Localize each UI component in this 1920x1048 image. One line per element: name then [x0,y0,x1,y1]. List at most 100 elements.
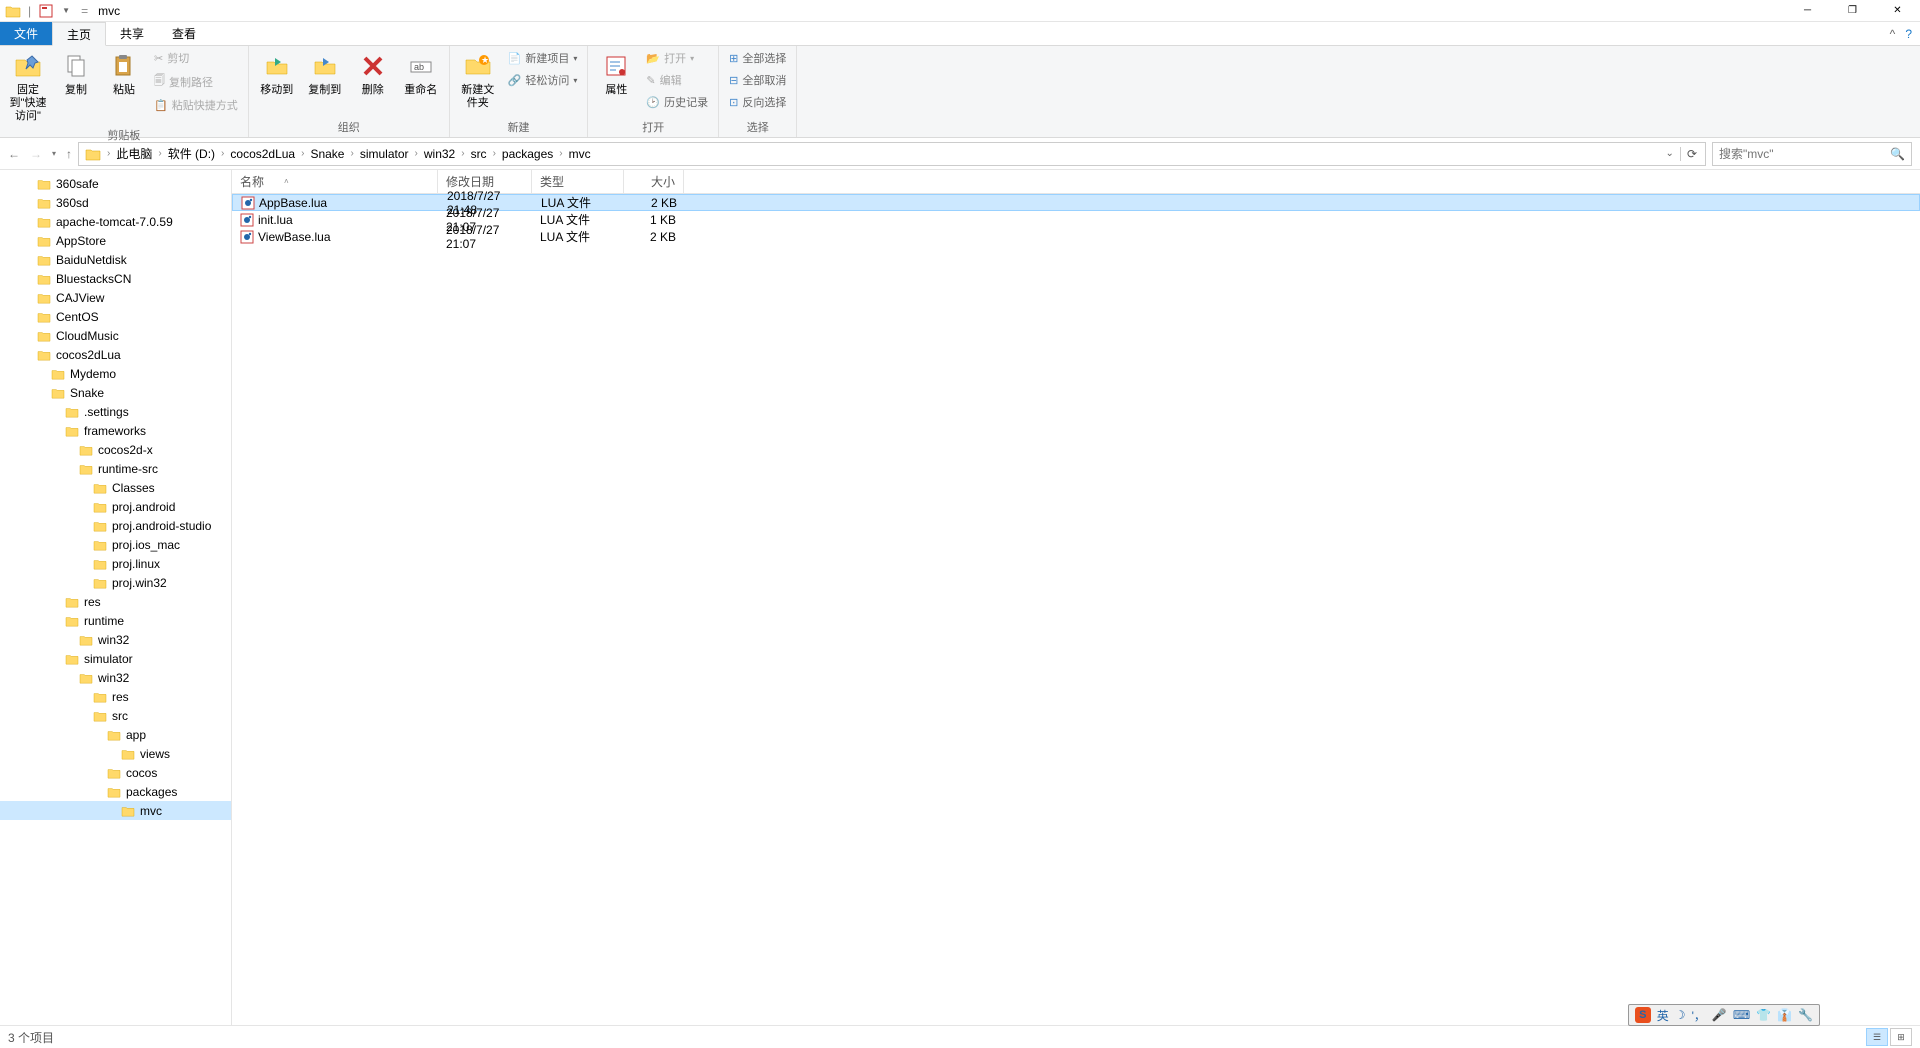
breadcrumb-item[interactable]: win32 [420,147,459,161]
minimize-button[interactable]: ─ [1785,0,1830,22]
tree-item[interactable]: proj.android [0,497,231,516]
chevron-right-icon[interactable]: › [219,148,226,159]
back-button[interactable]: ← [8,147,20,161]
chevron-right-icon[interactable]: › [557,148,564,159]
chevron-right-icon[interactable]: › [156,148,163,159]
breadcrumb-item[interactable]: cocos2dLua [226,147,299,161]
new-item-button[interactable]: 📄新建项目▾ [504,48,582,68]
tree-item[interactable]: proj.android-studio [0,516,231,535]
dropdown-icon[interactable]: ▼ [57,2,75,20]
paste-shortcut-button[interactable]: 📋粘贴快捷方式 [150,95,242,115]
person-icon[interactable]: 👕 [1756,1008,1771,1022]
copy-button[interactable]: 复制 [54,48,98,99]
tree-item[interactable]: mvc [0,801,231,820]
ribbon-collapse-icon[interactable]: ^ [1890,27,1896,41]
search-input[interactable] [1719,147,1890,161]
refresh-button[interactable]: ⟳ [1680,147,1703,161]
breadcrumb-item[interactable]: packages [498,147,557,161]
tree-item[interactable]: BaiduNetdisk [0,250,231,269]
tree-item[interactable]: .settings [0,402,231,421]
tree-item[interactable]: frameworks [0,421,231,440]
folder-tree[interactable]: 360safe360sdapache-tomcat-7.0.59AppStore… [0,170,232,1025]
breadcrumb-item[interactable]: simulator [356,147,413,161]
col-size[interactable]: 大小 [624,170,684,193]
tree-item[interactable]: 360sd [0,193,231,212]
tree-item[interactable]: CloudMusic [0,326,231,345]
search-box[interactable]: 🔍 [1712,142,1912,166]
search-icon[interactable]: 🔍 [1890,147,1905,161]
col-type[interactable]: 类型 [532,170,624,193]
help-icon[interactable]: ? [1905,27,1912,41]
tree-item[interactable]: res [0,592,231,611]
breadcrumb-dropdown[interactable]: ⌄ [1660,148,1680,159]
tab-share[interactable]: 共享 [106,22,158,45]
tree-item[interactable]: views [0,744,231,763]
up-button[interactable]: ↑ [66,147,72,161]
mic-icon[interactable]: 🎤 [1712,1008,1727,1022]
properties-button[interactable]: 属性 [594,48,638,99]
chevron-right-icon[interactable]: › [348,148,355,159]
tree-item[interactable]: proj.ios_mac [0,535,231,554]
chevron-right-icon[interactable]: › [105,148,112,159]
tree-item[interactable]: res [0,687,231,706]
tree-item[interactable]: CentOS [0,307,231,326]
tree-item[interactable]: cocos2dLua [0,345,231,364]
history-button[interactable]: 🕑历史记录 [642,92,712,112]
tree-item[interactable]: win32 [0,668,231,687]
tab-home[interactable]: 主页 [52,22,106,46]
ime-lang[interactable]: 英 [1657,1007,1669,1024]
select-none-button[interactable]: ⊟全部取消 [725,70,790,90]
maximize-button[interactable]: ❐ [1830,0,1875,22]
properties-icon[interactable] [37,2,55,20]
tree-item[interactable]: Classes [0,478,231,497]
move-to-button[interactable]: 移动到 [255,48,299,99]
breadcrumb-item[interactable]: 此电脑 [112,145,156,162]
tree-item[interactable]: AppStore [0,231,231,250]
icons-view-button[interactable]: ⊞ [1890,1028,1912,1046]
col-name[interactable]: 名称˄ [232,170,438,193]
tree-item[interactable]: Snake [0,383,231,402]
tree-item[interactable]: cocos2d-x [0,440,231,459]
tree-item[interactable]: runtime-src [0,459,231,478]
shirt-icon[interactable]: 👔 [1777,1008,1792,1022]
open-button[interactable]: 📂打开▾ [642,48,712,68]
tree-item[interactable]: win32 [0,630,231,649]
cut-button[interactable]: ✂剪切 [150,48,242,68]
tree-item[interactable]: simulator [0,649,231,668]
tree-item[interactable]: CAJView [0,288,231,307]
details-view-button[interactable]: ☰ [1866,1028,1888,1046]
edit-button[interactable]: ✎编辑 [642,70,712,90]
recent-dropdown[interactable]: ▾ [52,149,56,158]
chevron-right-icon[interactable]: › [413,148,420,159]
tree-item[interactable]: proj.linux [0,554,231,573]
chevron-right-icon[interactable]: › [459,148,466,159]
forward-button[interactable]: → [30,147,42,161]
copy-to-button[interactable]: 复制到 [303,48,347,99]
breadcrumb-item[interactable]: mvc [565,147,595,161]
invert-selection-button[interactable]: ⊡反向选择 [725,92,790,112]
comma-icon[interactable]: '， [1692,1007,1706,1024]
tab-view[interactable]: 查看 [158,22,210,45]
tree-item[interactable]: proj.win32 [0,573,231,592]
tree-item[interactable]: Mydemo [0,364,231,383]
breadcrumb-root-icon[interactable] [81,147,105,161]
delete-button[interactable]: 删除 [351,48,395,99]
breadcrumb-item[interactable]: 软件 (D:) [164,145,219,162]
tree-item[interactable]: app [0,725,231,744]
breadcrumb[interactable]: › 此电脑›软件 (D:)›cocos2dLua›Snake›simulator… [78,142,1706,166]
pin-to-quick-access-button[interactable]: 固定到"快速访问" [6,48,50,125]
tab-file[interactable]: 文件 [0,22,52,45]
breadcrumb-item[interactable]: Snake [306,147,348,161]
tree-item[interactable]: runtime [0,611,231,630]
wrench-icon[interactable]: 🔧 [1798,1008,1813,1022]
paste-button[interactable]: 粘贴 [102,48,146,99]
ime-tray[interactable]: S 英 ☽ '， 🎤 ⌨ 👕 👔 🔧 [1628,1004,1820,1026]
tree-item[interactable]: apache-tomcat-7.0.59 [0,212,231,231]
tree-item[interactable]: BluestacksCN [0,269,231,288]
breadcrumb-item[interactable]: src [467,147,491,161]
tree-item[interactable]: packages [0,782,231,801]
copy-path-button[interactable]: 🗐复制路径 [150,70,242,93]
file-row[interactable]: ViewBase.lua2018/7/27 21:07LUA 文件2 KB [232,228,1920,245]
moon-icon[interactable]: ☽ [1675,1008,1686,1022]
tree-item[interactable]: src [0,706,231,725]
